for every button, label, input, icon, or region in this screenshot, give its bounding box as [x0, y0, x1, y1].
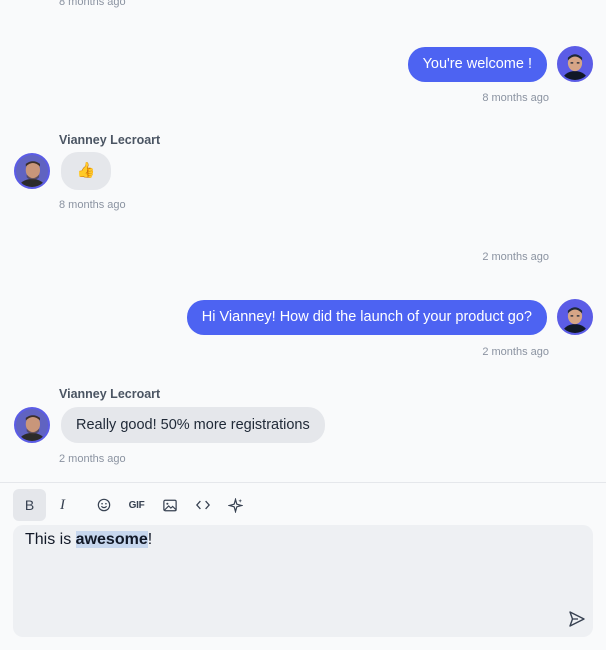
- editor-text: !: [147, 531, 153, 548]
- my-avatar: [557, 46, 593, 82]
- contact-avatar-icon: [16, 409, 48, 441]
- ai-sparkle-button[interactable]: [219, 489, 252, 521]
- contact-avatar: [14, 153, 50, 189]
- incoming-message-bubble[interactable]: Really good! 50% more registrations: [61, 407, 325, 443]
- message-timestamp: 2 months ago: [59, 453, 126, 465]
- contact-avatar-icon: [16, 155, 48, 187]
- message-author: Vianney Lecroart: [59, 387, 161, 401]
- code-button[interactable]: [186, 489, 219, 521]
- outgoing-message-bubble[interactable]: You're welcome !: [407, 47, 547, 82]
- image-button[interactable]: [153, 489, 186, 521]
- code-icon: [195, 500, 210, 510]
- thumbs-up-icon: 👍: [76, 162, 96, 180]
- message-input[interactable]: This is awesome!: [13, 525, 593, 637]
- composer-divider: [0, 482, 606, 483]
- message-timestamp: 8 months ago: [59, 0, 126, 8]
- bold-button[interactable]: B: [13, 489, 46, 521]
- contact-avatar: [14, 407, 50, 443]
- formatting-toolbar: B I GIF: [13, 487, 593, 523]
- sparkle-icon: [228, 497, 243, 513]
- italic-button[interactable]: I: [46, 489, 79, 521]
- image-icon: [162, 499, 177, 511]
- emoji-button[interactable]: [87, 489, 120, 521]
- editor-selected-bold-text: awesome: [75, 531, 148, 548]
- message-timestamp: 8 months ago: [59, 199, 126, 211]
- editor-text: This is: [25, 531, 76, 548]
- smiley-icon: [97, 498, 110, 512]
- message-author: Vianney Lecroart: [59, 133, 161, 147]
- chat-thread: 8 months ago You're welcome ! 8 months a…: [0, 0, 606, 482]
- message-timestamp: 2 months ago: [482, 251, 549, 263]
- user-avatar-icon: [559, 301, 591, 333]
- message-timestamp: 2 months ago: [482, 346, 549, 358]
- send-icon[interactable]: [567, 609, 587, 629]
- gif-button[interactable]: GIF: [120, 489, 153, 521]
- incoming-emoji-message[interactable]: 👍: [61, 152, 111, 190]
- user-avatar-icon: [559, 48, 591, 80]
- message-timestamp: 8 months ago: [482, 92, 549, 104]
- my-avatar: [557, 299, 593, 335]
- message-composer: B I GIF This is awesome!: [13, 487, 593, 637]
- outgoing-message-bubble[interactable]: Hi Vianney! How did the launch of your p…: [186, 300, 547, 335]
